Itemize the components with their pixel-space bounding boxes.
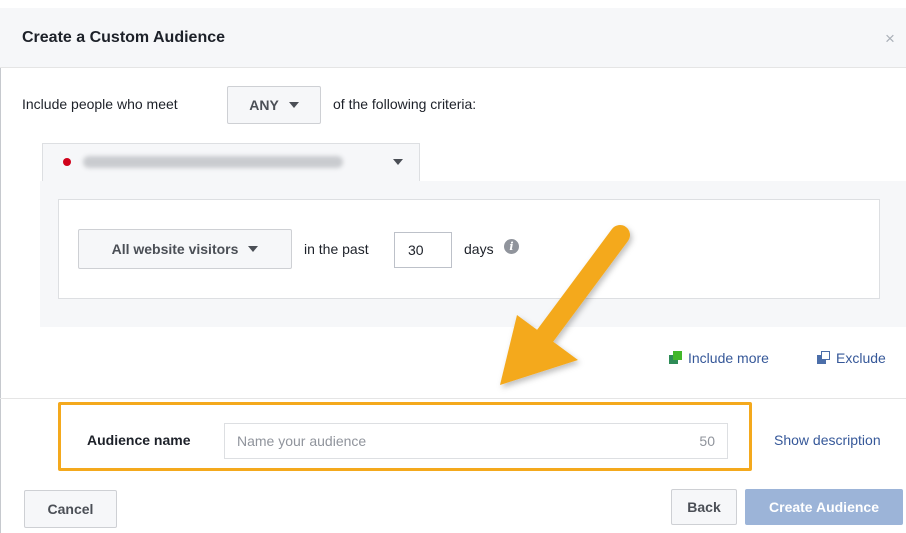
pixel-status-dot-icon [63,158,71,166]
audience-name-label: Audience name [87,432,191,448]
criteria-suffix-text: of the following criteria: [333,96,477,112]
match-type-dropdown[interactable]: ANY [227,86,321,124]
back-button[interactable]: Back [671,489,737,525]
pixel-source-dropdown[interactable] [42,143,420,181]
exclude-label: Exclude [836,350,886,366]
show-description-link[interactable]: Show description [774,432,881,448]
chevron-down-icon [288,102,299,108]
exclude-icon [817,351,831,365]
annotation-arrow-icon [500,225,630,385]
in-the-past-label: in the past [304,241,369,257]
audience-name-input[interactable] [237,433,637,449]
include-more-label: Include more [688,350,769,366]
visitors-type-value: All website visitors [111,241,239,257]
visitors-type-dropdown[interactable]: All website visitors [78,229,292,269]
cancel-button[interactable]: Cancel [24,490,117,528]
blurred-text [83,156,343,168]
match-type-value: ANY [249,97,279,113]
char-count: 50 [699,433,715,449]
close-icon[interactable]: × [885,30,895,47]
exclude-link[interactable]: Exclude [817,350,886,366]
criteria-prefix-text: Include people who meet [22,96,178,112]
chevron-down-icon [393,159,403,165]
include-more-link[interactable]: Include more [669,350,769,366]
create-audience-button[interactable]: Create Audience [745,489,903,525]
retention-days-value: 30 [408,242,424,258]
audience-name-field[interactable]: 50 [224,423,728,459]
retention-days-input[interactable]: 30 [394,232,452,268]
chevron-down-icon [248,246,259,252]
dialog-title: Create a Custom Audience [22,29,226,46]
pixel-name-blurred [83,154,383,170]
section-divider [0,398,906,399]
include-icon [669,351,683,365]
